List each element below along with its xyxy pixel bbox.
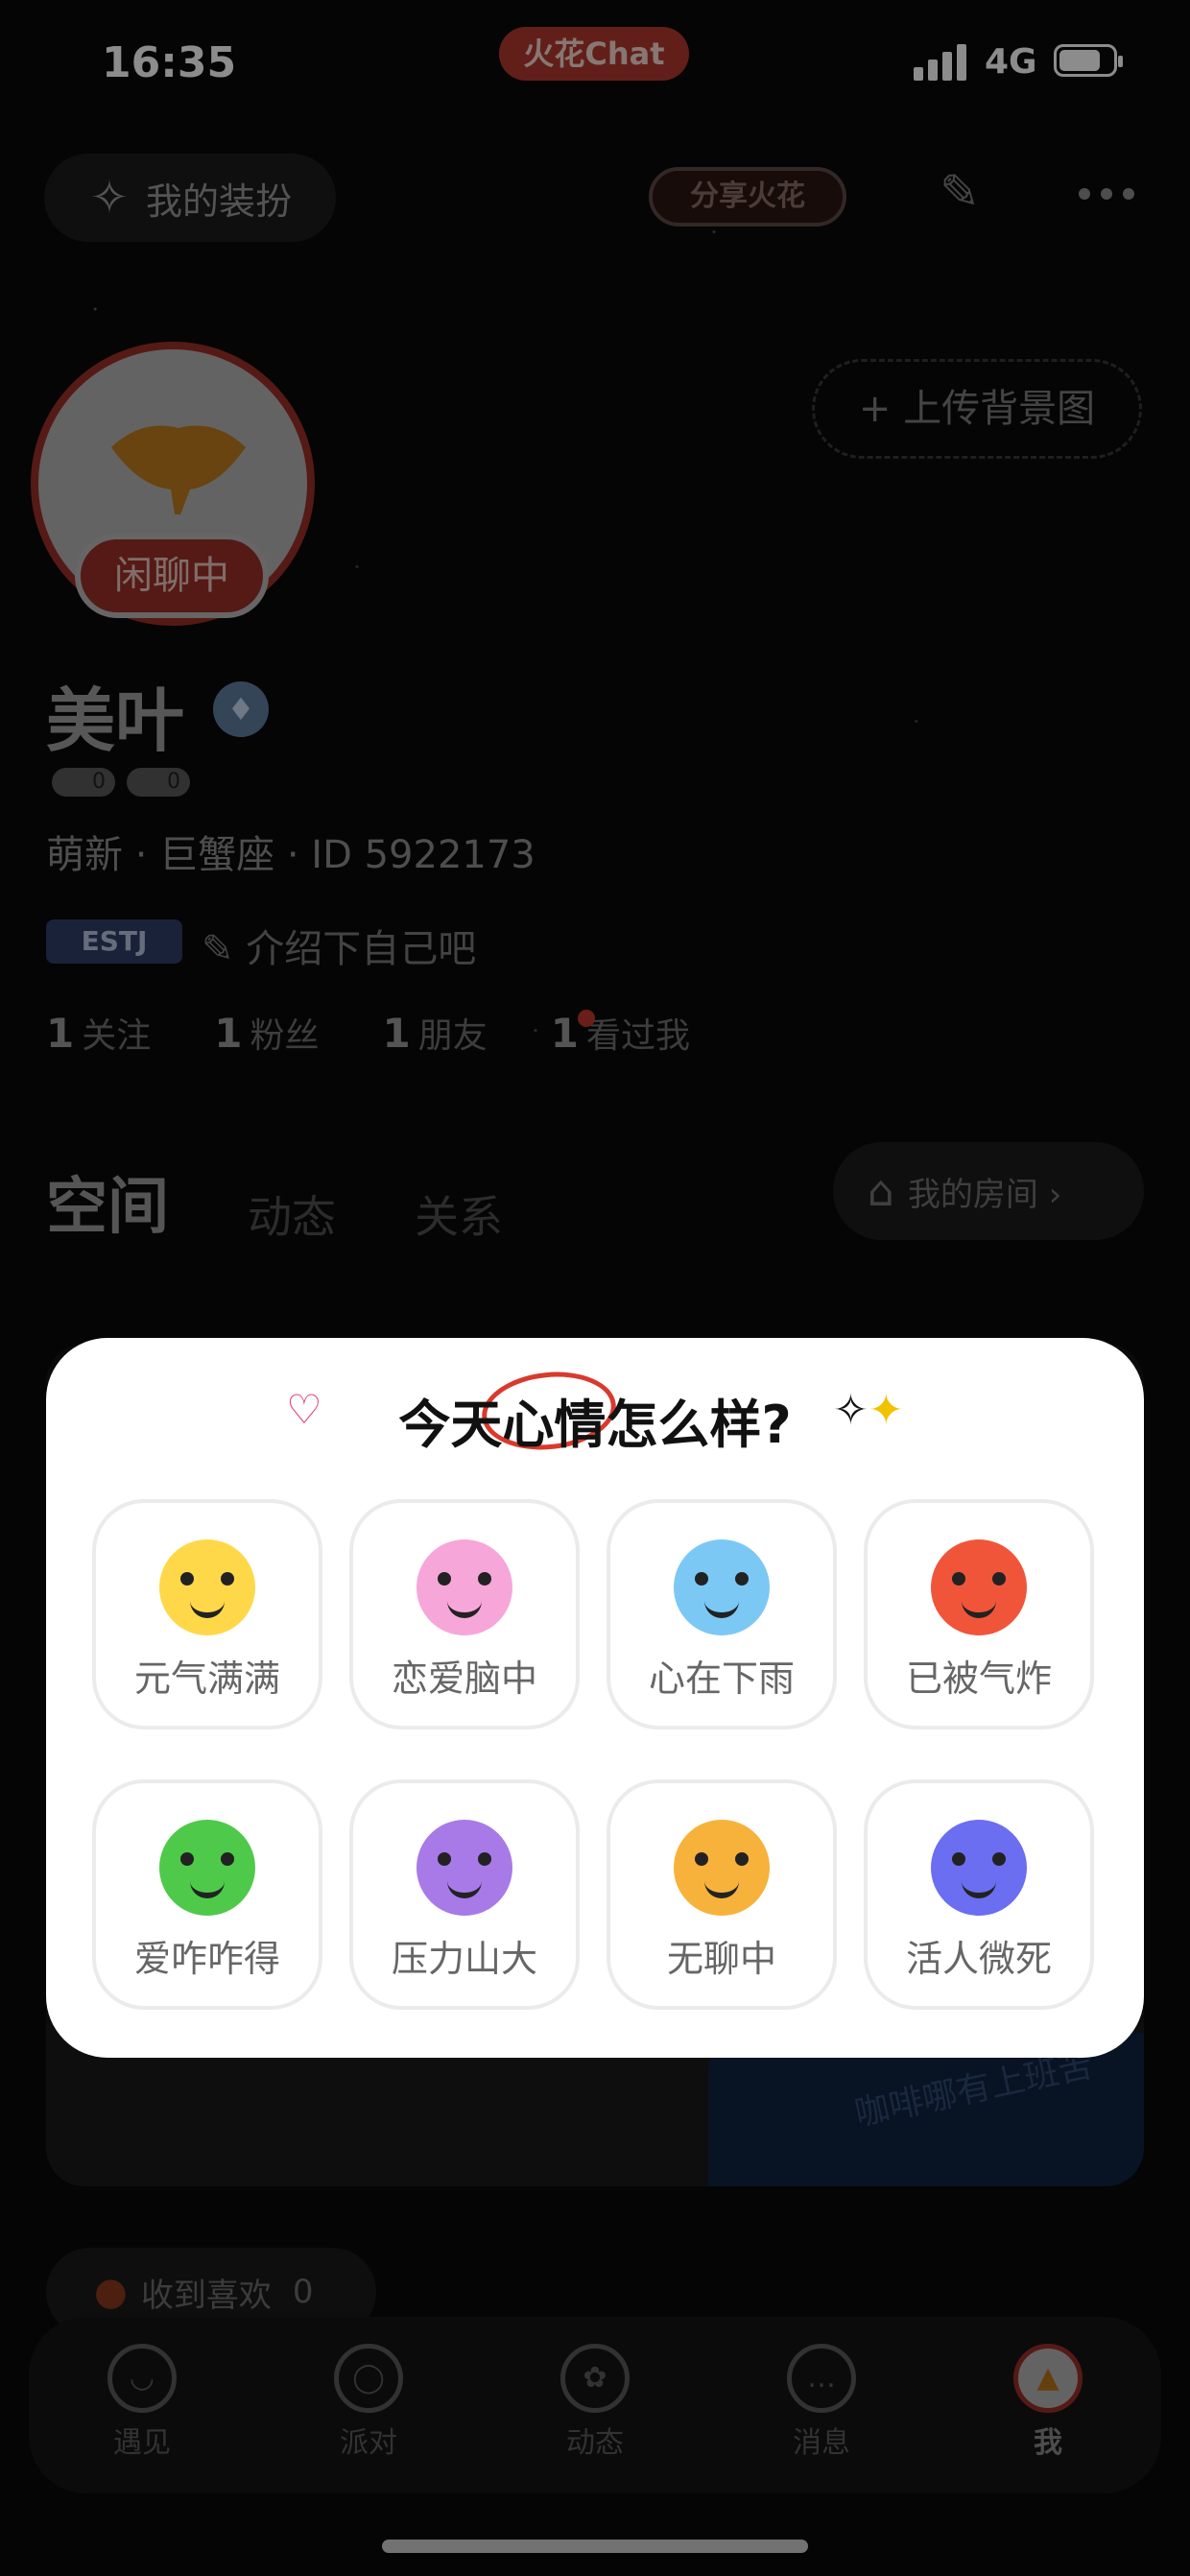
ginkgo-leaf-icon <box>111 425 246 514</box>
whatever-face-icon <box>159 1820 255 1916</box>
mood-label: 活人微死 <box>905 1938 1052 1980</box>
crying-face-icon <box>674 1539 770 1635</box>
count-number: 1 <box>550 1010 579 1057</box>
more-icon[interactable] <box>1073 169 1140 217</box>
mood-picker-dialog: ♡ 今天心情怎么样? ✧✦ 元气满满 恋爱脑中 心在下雨 已被气炸 爱咋咋得 压… <box>46 1338 1144 2058</box>
social-counts: 1 关注 1 粉丝 1 朋友 1 看过我 <box>46 1008 753 1058</box>
pencil-icon[interactable]: ✎ <box>931 163 988 221</box>
nav-label: 动态 <box>566 2426 624 2460</box>
stressed-face-icon <box>416 1820 512 1916</box>
tab-relations[interactable]: 关系 <box>415 1182 503 1246</box>
mood-label: 恋爱脑中 <box>391 1658 537 1700</box>
avatar-icon: ▲ <box>1013 2344 1083 2413</box>
mood-option[interactable]: 爱咋咋得 <box>92 1779 322 2010</box>
mood-option[interactable]: 无聊中 <box>607 1779 837 2010</box>
nav-label: 消息 <box>793 2426 850 2460</box>
count-label: 朋友 <box>417 1016 488 1056</box>
fans-count[interactable]: 1 粉丝 <box>214 1008 319 1058</box>
home-indicator <box>382 2540 808 2553</box>
count-number: 1 <box>214 1010 243 1057</box>
tab-moments[interactable]: 动态 <box>248 1182 336 1246</box>
dress-up-button[interactable]: ✧ 我的装扮 <box>44 154 336 242</box>
status-tag[interactable]: 闲聊中 <box>75 534 269 618</box>
mini-badges: 0 0 <box>52 768 190 797</box>
mood-option[interactable]: 已被气炸 <box>864 1499 1094 1729</box>
count-label: 看过我 <box>585 1016 690 1056</box>
share-button[interactable]: 分享火花 <box>649 167 846 227</box>
bottom-nav: ◡ 遇见 ◯ 派对 ✿ 动态 … 消息 ▲ 我 <box>29 2317 1161 2493</box>
my-room-button[interactable]: ⌂ 我的房间 › <box>833 1142 1144 1240</box>
my-room-label: 我的房间 › <box>907 1175 1062 1214</box>
likes-label: 收到喜欢 <box>140 2276 272 2315</box>
mood-title: 今天心情怎么样? <box>398 1395 792 1455</box>
profile-name: 美叶 <box>46 680 185 761</box>
signal-icon <box>914 42 973 81</box>
flame-icon: ● <box>94 2270 128 2314</box>
mood-label: 已被气炸 <box>905 1658 1052 1700</box>
likes-value: 0 <box>292 2273 314 2311</box>
mood-option[interactable]: 压力山大 <box>349 1779 580 2010</box>
nav-party[interactable]: ◯ 派对 <box>255 2317 482 2493</box>
energetic-face-icon <box>159 1539 255 1635</box>
nav-meet[interactable]: ◡ 遇见 <box>29 2317 255 2493</box>
sparkle-icon: ✧✦ <box>833 1386 904 1435</box>
pencil-icon: ✎ <box>202 927 247 971</box>
exhausted-face-icon <box>931 1820 1027 1916</box>
count-number: 1 <box>46 1010 75 1057</box>
mood-label: 爱咋咋得 <box>133 1938 280 1980</box>
profile-screen: 16:35 火花Chat 4G ✧ 我的装扮 分享火花 ✎ + 上传背景图 闲聊… <box>0 0 1190 2576</box>
nav-label: 遇见 <box>113 2426 171 2460</box>
profile-meta: 萌新 · 巨蟹座 · ID 5922173 <box>46 833 536 877</box>
mbti-badge[interactable]: ESTJ <box>46 919 182 964</box>
mood-grid: 元气满满 恋爱脑中 心在下雨 已被气炸 爱咋咋得 压力山大 无聊中 活人微死 <box>92 1499 1098 2010</box>
count-label: 粉丝 <box>250 1016 320 1056</box>
intro-link[interactable]: ✎ 介绍下自己吧 <box>202 918 476 973</box>
dress-up-label: 我的装扮 <box>146 179 293 223</box>
mood-label: 心在下雨 <box>648 1658 795 1700</box>
network-label: 4G <box>985 42 1037 82</box>
in-love-face-icon <box>416 1539 512 1635</box>
profile-tabs: 空间 动态 关系 <box>46 1157 582 1246</box>
mood-option[interactable]: 心在下雨 <box>607 1499 837 1729</box>
notification-dot <box>578 1010 595 1027</box>
nav-moments[interactable]: ✿ 动态 <box>482 2317 708 2493</box>
count-number: 1 <box>382 1010 411 1057</box>
count-label: 关注 <box>82 1016 152 1056</box>
visitors-count[interactable]: 1 看过我 <box>551 1008 690 1058</box>
status-bar: 16:35 火花Chat 4G <box>0 0 1190 125</box>
mood-option[interactable]: 活人微死 <box>864 1779 1094 2010</box>
status-time: 16:35 <box>102 38 237 87</box>
home-icon: ⌂ <box>868 1166 894 1216</box>
nav-label: 派对 <box>340 2426 397 2460</box>
planet-icon: ◯ <box>334 2344 403 2413</box>
flower-icon: ✿ <box>560 2344 630 2413</box>
tab-space[interactable]: 空间 <box>46 1157 169 1246</box>
mood-label: 压力山大 <box>391 1938 537 1980</box>
intro-label: 介绍下自己吧 <box>246 927 477 971</box>
mood-option[interactable]: 恋爱脑中 <box>349 1499 580 1729</box>
mood-option[interactable]: 元气满满 <box>92 1499 322 1729</box>
nav-messages[interactable]: … 消息 <box>708 2317 935 2493</box>
chat-icon: … <box>787 2344 856 2413</box>
app-name-pill: 火花Chat <box>499 27 689 81</box>
meet-icon: ◡ <box>107 2344 177 2413</box>
badge-count: 0 <box>127 768 190 797</box>
following-count[interactable]: 1 关注 <box>46 1008 151 1058</box>
badge-count: 0 <box>52 768 115 797</box>
sparkle-icon: ✧ <box>89 171 130 225</box>
nav-label: 我 <box>1034 2426 1062 2460</box>
nav-me[interactable]: ▲ 我 <box>935 2317 1161 2493</box>
friends-count[interactable]: 1 朋友 <box>383 1008 488 1058</box>
upload-background-button[interactable]: + 上传背景图 <box>812 359 1142 459</box>
bored-face-icon <box>674 1820 770 1916</box>
flame-drop-icon: ♦ <box>213 681 269 737</box>
mood-label: 元气满满 <box>133 1658 280 1700</box>
angry-face-icon <box>931 1539 1027 1635</box>
battery-icon <box>1054 44 1123 77</box>
mood-label: 无聊中 <box>666 1938 776 1980</box>
